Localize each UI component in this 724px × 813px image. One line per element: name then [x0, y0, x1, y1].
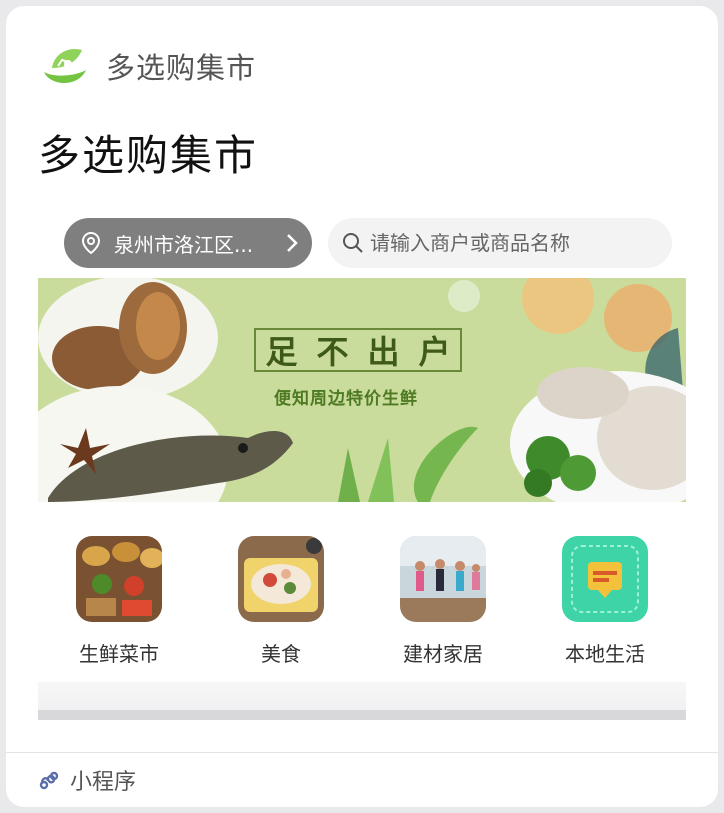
category-fresh-market[interactable]: 生鲜菜市	[38, 536, 200, 667]
category-label: 本地生活	[565, 642, 645, 666]
page-title: 多选购集市	[38, 131, 259, 180]
mini-program-card[interactable]: 多选购集市 多选购集市 泉州市洛江区... 请输入商户或商品名称 足 不 出 户…	[6, 6, 718, 807]
banner-headline-char: 不	[316, 333, 349, 371]
category-label: 美食	[261, 642, 301, 666]
category-food[interactable]: 美食	[200, 536, 362, 667]
location-text: 泉州市洛江区...	[114, 232, 254, 257]
fresh-market-icon	[76, 536, 162, 622]
home-building-icon	[400, 536, 486, 622]
location-pin-icon	[81, 231, 101, 255]
chevron-right-icon	[287, 234, 298, 252]
leaf-cart-logo	[44, 48, 86, 83]
mini-program-footer: 小程序	[6, 752, 718, 807]
promo-banner[interactable]: 足 不 出 户 便知周边特价生鲜	[38, 278, 686, 502]
content-divider	[38, 710, 686, 720]
banner-headline-char: 足	[265, 333, 298, 371]
category-grid: 生鲜菜市 美食 建材家居 本地生活	[38, 536, 686, 667]
mini-program-icon	[39, 771, 59, 790]
app-name: 多选购集市	[106, 51, 257, 85]
search-icon	[343, 233, 363, 253]
location-selector[interactable]: 泉州市洛江区...	[64, 218, 312, 268]
banner-headline-char: 户	[418, 333, 451, 371]
banner-headline: 足 不 出 户	[254, 328, 462, 372]
banner-subtitle: 便知周边特价生鲜	[274, 389, 418, 409]
category-label: 建材家居	[403, 642, 483, 666]
food-icon	[238, 536, 324, 622]
mini-program-label: 小程序	[70, 770, 137, 795]
app-header: 多选购集市	[38, 40, 256, 92]
category-label: 生鲜菜市	[79, 642, 159, 666]
banner-headline-char: 出	[367, 333, 400, 371]
category-home-building[interactable]: 建材家居	[362, 536, 524, 667]
search-input[interactable]	[370, 231, 670, 255]
search-box[interactable]	[328, 218, 672, 268]
local-life-icon	[562, 536, 648, 622]
category-local-life[interactable]: 本地生活	[524, 536, 686, 667]
